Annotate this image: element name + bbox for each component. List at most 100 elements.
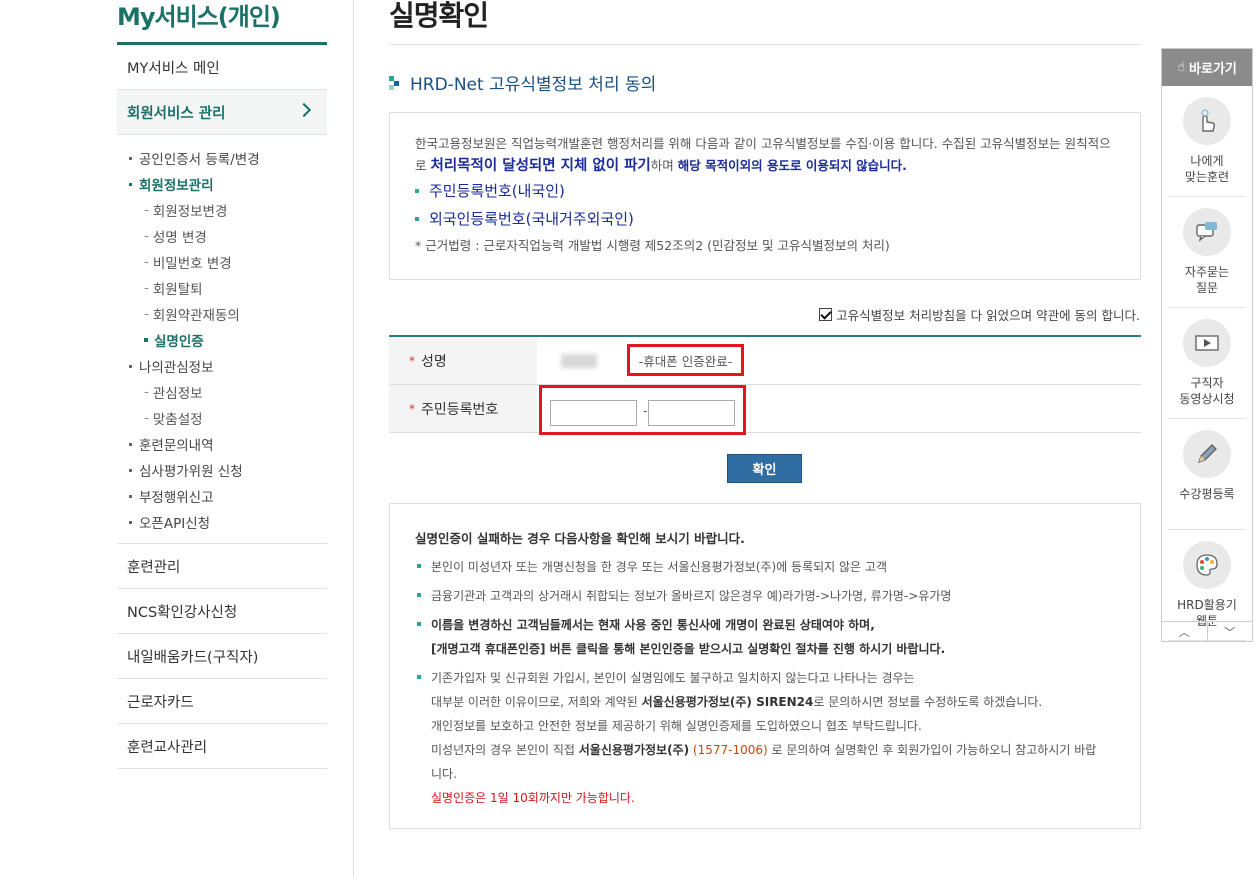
chevron-right-icon (296, 102, 312, 118)
submenu-label: 나의관심정보 (139, 360, 214, 376)
square-bullet-icon (415, 189, 419, 193)
touch-hand-icon (1183, 97, 1231, 145)
submenu-label: 회원탈퇴 (152, 282, 203, 298)
square-bullet-icon (415, 217, 419, 221)
agree-label[interactable]: 고유식별정보 처리방침을 다 읽었으며 약관에 동의 합니다. (836, 305, 1140, 324)
ssn-front-input[interactable] (550, 400, 637, 426)
sidebar-divider (353, 0, 354, 877)
chevron-up-icon[interactable]: ︿ (1162, 622, 1208, 641)
bullet-icon (129, 182, 132, 186)
name-label: * 성명 (389, 337, 537, 384)
agree-row: 고유식별정보 처리방침을 다 읽었으며 약관에 동의 합니다. (819, 305, 1140, 324)
notice-text: 니다. (431, 767, 457, 781)
sidebar-item-training-mgmt[interactable]: 훈련관리 (117, 544, 327, 589)
sidebar-item-teacher-mgmt[interactable]: 훈련교사관리 (117, 724, 327, 769)
consent-info-box: 한국고용정보원은 직업능력개발훈련 행정처리를 위해 다음과 같이 고유식별정보… (389, 112, 1141, 280)
submenu-name-change[interactable]: - 성명 변경 (129, 223, 327, 249)
bullet-icon (129, 468, 132, 472)
notice-text: 개인정보를 보호하고 안전한 정보를 제공하기 위해 실명인증제를 도입하였으니… (431, 719, 922, 733)
info-text-prefix: 로 (415, 158, 431, 173)
quick-link-label: 나에게맞는훈련 (1185, 153, 1229, 185)
square-bullet-icon (417, 593, 421, 597)
notice-text: 미성년자의 경우 본인이 직접 서울신용평가정보(주) (1577-1006) … (431, 738, 1096, 762)
label-line: 맞는훈련 (1184, 170, 1230, 184)
id-item-foreigner: 외국인등록번호(국내거주외국인) (415, 205, 1115, 233)
quick-link-label: 구직자동영상시청 (1179, 375, 1234, 407)
info-text-mid: 하며 (650, 158, 678, 173)
submenu-inquiry[interactable]: 훈련문의내역 (129, 431, 327, 457)
bullet-icon (129, 442, 132, 446)
sidebar-item-ncs-instructor[interactable]: NCS확인강사신청 (117, 589, 327, 634)
page-title: 실명확인 (389, 0, 489, 32)
submenu-withdraw[interactable]: - 회원탈퇴 (129, 275, 327, 301)
submenu-member-info-edit[interactable]: - 회원정보변경 (129, 197, 327, 223)
ssn-value: - (537, 385, 1141, 435)
ssn-label: * 주민등록번호 (389, 385, 537, 432)
dash-icon: - (144, 202, 149, 218)
agree-checkbox[interactable] (819, 308, 833, 321)
sidebar-item-learning-card[interactable]: 내일배움카드(구직자) (117, 634, 327, 679)
submenu-terms-reagree[interactable]: - 회원약관재동의 (129, 301, 327, 327)
confirm-button[interactable]: 확인 (727, 454, 802, 483)
submenu-cert[interactable]: 공인인증서 등록/변경 (129, 145, 327, 171)
section-title: HRD-Net 고유식별정보 처리 동의 (410, 75, 657, 95)
notice-fragment: 대부분 이러한 이유이므로, 저희와 계약된 (431, 695, 642, 709)
label-line: 자주묻는 (1184, 265, 1230, 279)
label-line: 구직자 (1190, 376, 1224, 390)
id-item-label: 외국인등록번호(국내거주외국인) (429, 210, 634, 228)
submenu-open-api[interactable]: 오픈API신청 (129, 509, 327, 535)
masked-name (561, 353, 597, 368)
auth-form: * 성명 -휴대폰 인증완료- * 주민등록번호 - (389, 335, 1141, 435)
submenu-label: 관심정보 (152, 386, 203, 402)
submenu-review-committee[interactable]: 심사평가위원 신청 (129, 457, 327, 483)
submenu-label: 회원약관재동의 (152, 308, 240, 324)
notice-item: 이름을 변경하신 고객님들께서는 현재 사용 중인 통신사에 개명이 완료된 상… (415, 613, 1115, 661)
sidebar-item-label: 훈련교사관리 (127, 739, 208, 756)
submenu-password-change[interactable]: - 비밀번호 변경 (129, 249, 327, 275)
quick-link-review[interactable]: 수강평등록 (1168, 419, 1246, 530)
dash-icon: - (144, 254, 149, 270)
sidebar-item-worker-card[interactable]: 근로자카드 (117, 679, 327, 724)
label-text: 주민등록번호 (421, 401, 499, 418)
info-emphasis-destroy: 처리목적이 달성되면 지체 없이 파기 (430, 158, 651, 174)
notice-item: 본인이 미성년자 또는 개명신청을 한 경우 또는 서울신용평가정보(주)에 등… (415, 555, 1115, 579)
sidebar-item-member-service[interactable]: 회원서비스 관리 (117, 90, 327, 135)
submenu-label: 회원정보변경 (152, 204, 228, 220)
notice-heading: 실명인증이 실패하는 경우 다음사항을 확인해 보시기 바랍니다. (415, 531, 745, 546)
phone-auth-status: -휴대폰 인증완료- (627, 344, 744, 376)
submenu-member-info[interactable]: 회원정보관리 (129, 171, 327, 197)
square-bullet-icon (417, 564, 421, 568)
palette-icon (1183, 541, 1231, 589)
required-mark: * (409, 401, 415, 416)
quick-link-my-training[interactable]: 나에게맞는훈련 (1168, 86, 1246, 197)
sidebar-item-my-service-main[interactable]: MY서비스 메인 (117, 45, 327, 90)
ssn-back-input[interactable] (648, 400, 735, 426)
chevron-down-icon[interactable]: ﹀ (1208, 622, 1253, 641)
notice-fragment: 로 문의하여 실명확인 후 회원가입이 가능하오니 참고하시기 바랍 (767, 743, 1097, 757)
submenu-fraud-report[interactable]: 부정행위신고 (129, 483, 327, 509)
bullet-icon (129, 494, 132, 498)
submenu-label: 성명 변경 (152, 230, 207, 246)
quick-links-title: 바로가기 (1189, 62, 1237, 77)
submenu-label: 오픈API신청 (139, 516, 211, 532)
quick-link-videos[interactable]: 구직자동영상시청 (1168, 308, 1246, 419)
submenu-label: 훈련문의내역 (139, 438, 214, 454)
dash-icon: - (144, 228, 149, 244)
notice-text: 대부분 이러한 이유이므로, 저희와 계약된 서울신용평가정보(주) SIREN… (431, 690, 1096, 714)
dash-icon: - (144, 384, 149, 400)
notice-text: 기존가입자 및 신규회원 가입시, 본인이 실명임에도 불구하고 일치하지 않는… (431, 671, 915, 685)
sidebar-menu: MY서비스 메인 회원서비스 관리 공인인증서 등록/변경 회원정보관리 - 회원… (117, 45, 327, 769)
submenu-real-name-auth[interactable]: 실명인증 (129, 327, 327, 353)
ssn-dash: - (643, 404, 648, 418)
submenu-interest[interactable]: 나의관심정보 (129, 353, 327, 379)
submenu-interest-info[interactable]: - 관심정보 (129, 379, 327, 405)
quick-link-faq[interactable]: 자주묻는 질문 (1168, 197, 1246, 308)
legal-basis-note: * 근거법령 : 근로자직업능력 개발법 시행령 제52조의2 (민감정보 및 … (415, 238, 890, 253)
quick-link-label: 자주묻는 질문 (1185, 264, 1229, 296)
label-line: 나에게 (1190, 154, 1224, 168)
label-line: 동영상시청 (1179, 392, 1235, 406)
section-bullet-icon (389, 75, 401, 90)
square-bullet-icon (417, 675, 421, 679)
submenu-custom-settings[interactable]: - 맞춤설정 (129, 405, 327, 431)
quick-link-label: 수강평등록 (1179, 486, 1234, 502)
